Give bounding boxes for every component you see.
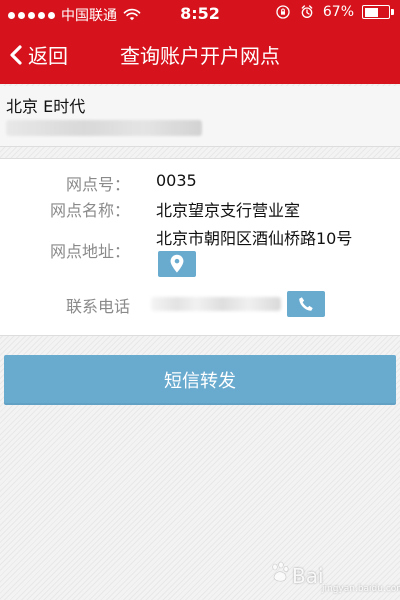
bank-name: 北京 E时代 <box>6 97 86 116</box>
battery-fill <box>364 7 378 17</box>
branch-address-row: 网点地址： 北京市朝阳区酒仙桥路10号 <box>0 223 400 279</box>
baidu-watermark: Bai jingyan.baidu.com <box>268 544 400 598</box>
nav-bar: 返回 查询账户开户网点 <box>0 26 400 84</box>
status-right: 67% <box>275 4 394 20</box>
phone-number-blurred <box>151 297 281 311</box>
branch-no-value: 0035 <box>156 171 197 190</box>
phone-icon <box>299 297 313 311</box>
branch-address-label: 网点地址： <box>49 242 130 261</box>
call-phone-button[interactable] <box>287 291 325 317</box>
branch-details-card: 网点号： 0035 网点名称： 北京望京支行营业室 网点地址： 北京市朝阳区酒仙… <box>0 158 400 336</box>
page-title: 查询账户开户网点 <box>120 44 280 68</box>
branch-name-label: 网点名称： <box>49 201 130 220</box>
status-bar: 中国联通 8:52 67% <box>0 0 400 26</box>
paw-icon <box>272 561 289 582</box>
orientation-lock-icon <box>276 5 290 19</box>
branch-address-value: 北京市朝阳区酒仙桥路10号 <box>156 229 353 248</box>
battery-percent: 67% <box>322 4 354 20</box>
alarm-icon <box>301 5 313 18</box>
watermark-sub: jingyan.baidu.com <box>322 584 400 594</box>
watermark-brand: Bai <box>292 564 324 588</box>
contact-phone-label: 联系电话 <box>65 297 130 316</box>
map-pin-icon <box>170 254 184 273</box>
account-number-blurred <box>6 120 202 136</box>
battery-tip <box>391 9 394 15</box>
branch-no-row: 网点号： 0035 <box>0 169 400 195</box>
branch-name-row: 网点名称： 北京望京支行营业室 <box>0 195 400 221</box>
battery-icon <box>362 5 394 19</box>
branch-name-value: 北京望京支行营业室 <box>156 201 301 220</box>
bank-band: 北京 E时代 <box>0 86 400 147</box>
sms-forward-button[interactable]: 短信转发 <box>4 355 396 405</box>
branch-no-label: 网点号： <box>65 175 130 194</box>
map-location-button[interactable] <box>158 251 196 277</box>
